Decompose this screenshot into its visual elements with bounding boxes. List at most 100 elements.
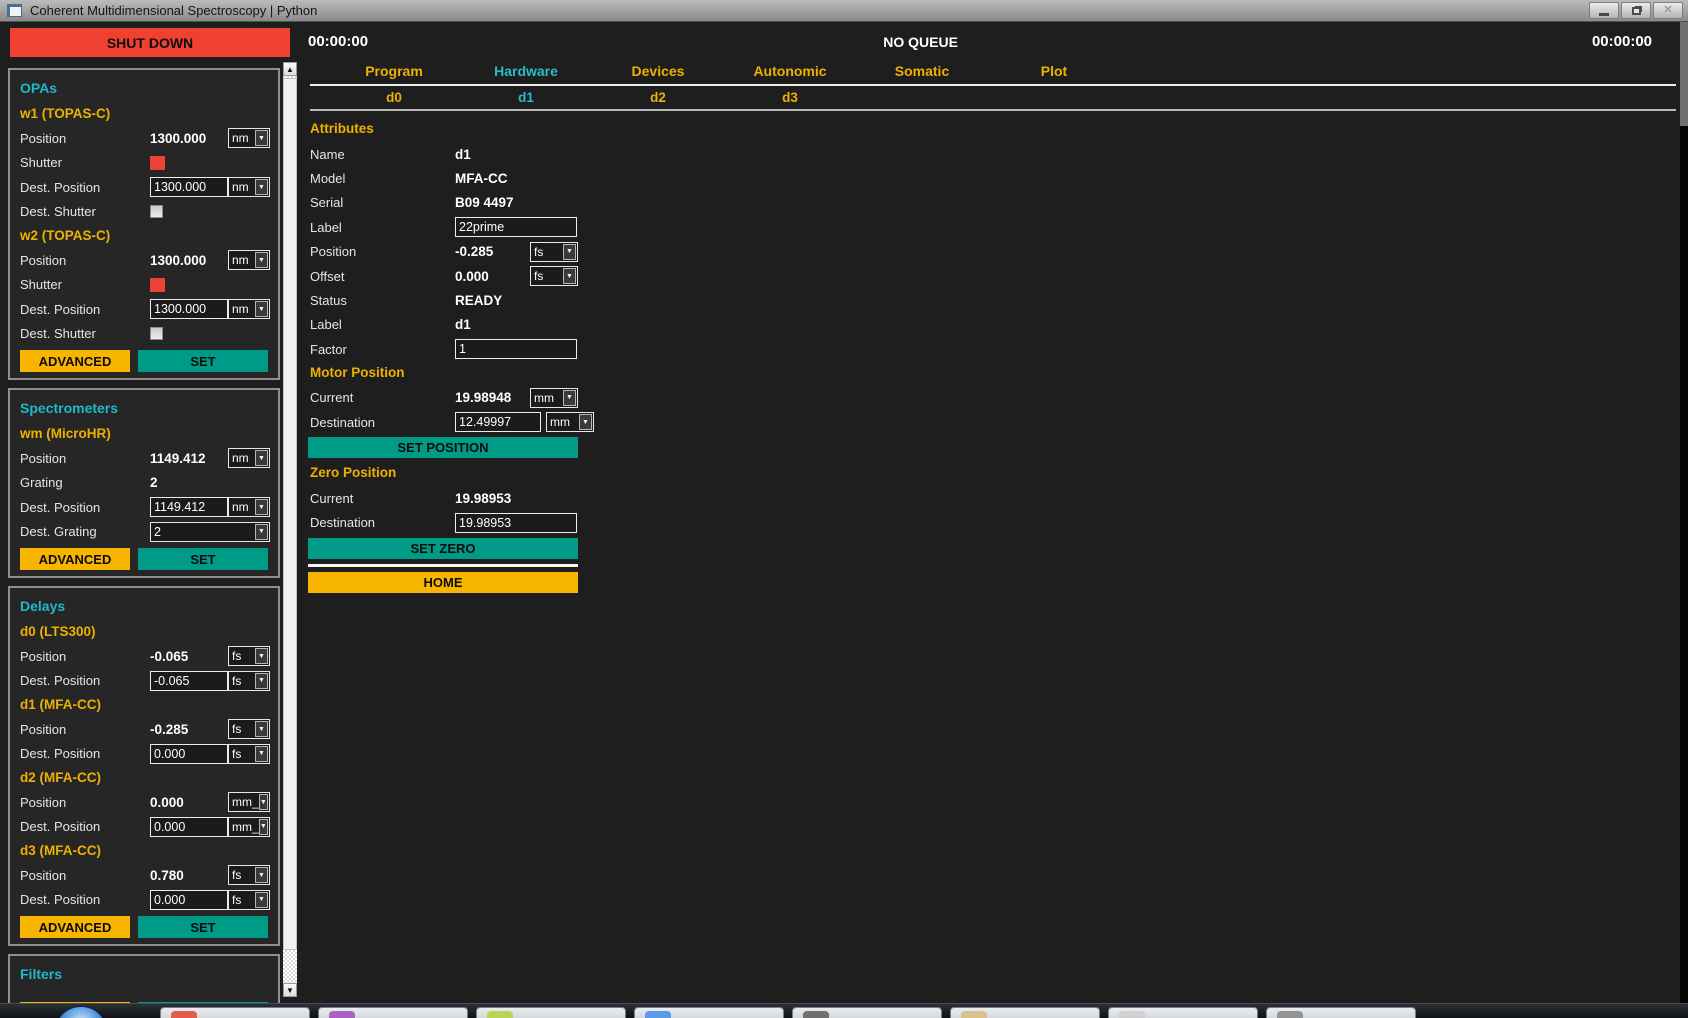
panel-title: Delays bbox=[20, 594, 268, 620]
dropdown-arrow-icon: ▼ bbox=[255, 130, 268, 146]
unit-select[interactable]: mm▼ bbox=[546, 412, 594, 432]
unit-select[interactable]: fs▼ bbox=[228, 890, 270, 910]
group-heading: w1 (TOPAS-C) bbox=[20, 102, 268, 126]
field-label: Position bbox=[20, 722, 66, 737]
subtab-d2[interactable]: d2 bbox=[592, 90, 724, 109]
advanced-button[interactable]: ADVANCED bbox=[20, 350, 130, 372]
unit-select[interactable]: fs▼ bbox=[228, 671, 270, 691]
dropdown-arrow-icon: ▼ bbox=[255, 892, 268, 908]
panel-title: OPAs bbox=[20, 76, 268, 102]
form-row: Position0.000mm_▼ bbox=[20, 790, 268, 815]
home-button[interactable]: HOME bbox=[308, 572, 578, 593]
scrollbar-thumb[interactable] bbox=[283, 78, 297, 950]
sidebar-scrollbar[interactable]: ▲ ▼ bbox=[283, 62, 297, 997]
scroll-down-icon[interactable]: ▼ bbox=[283, 983, 297, 997]
shutdown-button[interactable]: SHUT DOWN bbox=[10, 28, 290, 57]
unit-select[interactable]: nm▼ bbox=[228, 250, 270, 270]
taskbar-app-button[interactable] bbox=[634, 1007, 784, 1018]
unit-select[interactable]: fs▼ bbox=[228, 646, 270, 666]
dest-position-input[interactable] bbox=[150, 671, 228, 691]
factor-input[interactable] bbox=[455, 339, 577, 359]
dest-position-input[interactable] bbox=[150, 744, 228, 764]
tab-plot[interactable]: Plot bbox=[988, 63, 1120, 83]
shutter-indicator bbox=[150, 156, 165, 170]
dest-position-input[interactable] bbox=[150, 299, 228, 319]
taskbar-app-button[interactable] bbox=[160, 1007, 310, 1018]
taskbar-app-button[interactable] bbox=[318, 1007, 468, 1018]
taskbar-app-button[interactable] bbox=[950, 1007, 1100, 1018]
field-label: Label bbox=[310, 317, 342, 332]
set-position-button[interactable]: SET POSITION bbox=[308, 437, 578, 458]
dest-position-input[interactable] bbox=[150, 177, 228, 197]
unit-value: fs bbox=[229, 893, 255, 907]
tab-program[interactable]: Program bbox=[328, 63, 460, 83]
tab-devices[interactable]: Devices bbox=[592, 63, 724, 83]
taskbar-app-button[interactable] bbox=[476, 1007, 626, 1018]
separator bbox=[308, 564, 578, 567]
titlebar: Coherent Multidimensional Spectroscopy |… bbox=[0, 0, 1688, 22]
destination-input[interactable] bbox=[455, 513, 577, 533]
panel-delays: Delaysd0 (LTS300)Position-0.065fs▼Dest. … bbox=[8, 586, 280, 946]
set-button[interactable]: SET bbox=[138, 916, 268, 938]
device-form: AttributesNamed1ModelMFA-CCSerialB09 449… bbox=[310, 118, 590, 597]
unit-select[interactable]: mm_▼ bbox=[228, 792, 270, 812]
scroll-up-icon[interactable]: ▲ bbox=[283, 62, 297, 76]
dest-shutter-checkbox[interactable] bbox=[150, 205, 163, 218]
field-label: Dest. Position bbox=[20, 892, 100, 907]
group-heading: d2 (MFA-CC) bbox=[20, 766, 268, 790]
tab-somatic[interactable]: Somatic bbox=[856, 63, 988, 83]
dest-grating-select[interactable]: 2▼ bbox=[150, 522, 270, 542]
set-zero-button[interactable]: SET ZERO bbox=[308, 538, 578, 559]
windows-start-orb[interactable] bbox=[54, 1006, 108, 1018]
minimize-button[interactable] bbox=[1589, 2, 1619, 19]
unit-select[interactable]: fs▼ bbox=[228, 865, 270, 885]
subtab-d0[interactable]: d0 bbox=[328, 90, 460, 109]
field-label: Name bbox=[310, 147, 345, 162]
dest-position-input[interactable] bbox=[150, 497, 228, 517]
destination-input[interactable] bbox=[455, 412, 541, 432]
close-button[interactable]: ✕ bbox=[1653, 2, 1683, 19]
panel-buttons: ADVANCED SET bbox=[20, 548, 268, 570]
advanced-button[interactable]: ADVANCED bbox=[20, 916, 130, 938]
subtab-d3[interactable]: d3 bbox=[724, 90, 856, 109]
set-button[interactable]: SET bbox=[138, 350, 268, 372]
unit-value: fs bbox=[229, 722, 255, 736]
set-button[interactable]: SET bbox=[138, 548, 268, 570]
section-heading: Motor Position bbox=[310, 362, 590, 386]
form-row: StatusREADY bbox=[310, 288, 590, 312]
dropdown-arrow-icon: ▼ bbox=[255, 673, 268, 689]
dropdown-arrow-icon: ▼ bbox=[255, 524, 268, 540]
window-controls: ✕ bbox=[1587, 2, 1683, 19]
dest-position-input[interactable] bbox=[150, 890, 228, 910]
gray-app-icon bbox=[1277, 1011, 1303, 1018]
app-icon bbox=[7, 4, 22, 17]
tab-hardware[interactable]: Hardware bbox=[460, 63, 592, 83]
dest-shutter-checkbox[interactable] bbox=[150, 327, 163, 340]
dest-position-input[interactable] bbox=[150, 817, 228, 837]
unit-select[interactable]: nm▼ bbox=[228, 128, 270, 148]
unit-select[interactable]: fs▼ bbox=[228, 719, 270, 739]
unit-select[interactable]: nm▼ bbox=[228, 448, 270, 468]
taskbar-app-button[interactable] bbox=[1108, 1007, 1258, 1018]
unit-value: fs bbox=[229, 868, 255, 882]
unit-select[interactable]: mm▼ bbox=[530, 388, 578, 408]
unit-select[interactable]: fs▼ bbox=[228, 744, 270, 764]
unit-select[interactable]: fs▼ bbox=[530, 242, 578, 262]
restore-button[interactable] bbox=[1621, 2, 1651, 19]
unit-select[interactable]: nm▼ bbox=[228, 299, 270, 319]
advanced-button[interactable]: ADVANCED bbox=[20, 548, 130, 570]
unit-value: fs bbox=[229, 747, 255, 761]
form-row: Dest. Positionnm▼ bbox=[20, 297, 268, 322]
tab-autonomic[interactable]: Autonomic bbox=[724, 63, 856, 83]
label-input[interactable] bbox=[455, 217, 577, 237]
form-row: Shutter bbox=[20, 151, 268, 176]
unit-select[interactable]: nm▼ bbox=[228, 177, 270, 197]
taskbar-app-button[interactable] bbox=[1266, 1007, 1416, 1018]
unit-select[interactable]: mm_▼ bbox=[228, 817, 270, 837]
unit-select[interactable]: fs▼ bbox=[530, 266, 578, 286]
form-row: Position1300.000nm▼ bbox=[20, 248, 268, 273]
unit-select[interactable]: nm▼ bbox=[228, 497, 270, 517]
app-window: SHUT DOWN 00:00:00 NO QUEUE 00:00:00 Pro… bbox=[0, 22, 1680, 1003]
subtab-d1[interactable]: d1 bbox=[460, 90, 592, 109]
taskbar-app-button[interactable] bbox=[792, 1007, 942, 1018]
